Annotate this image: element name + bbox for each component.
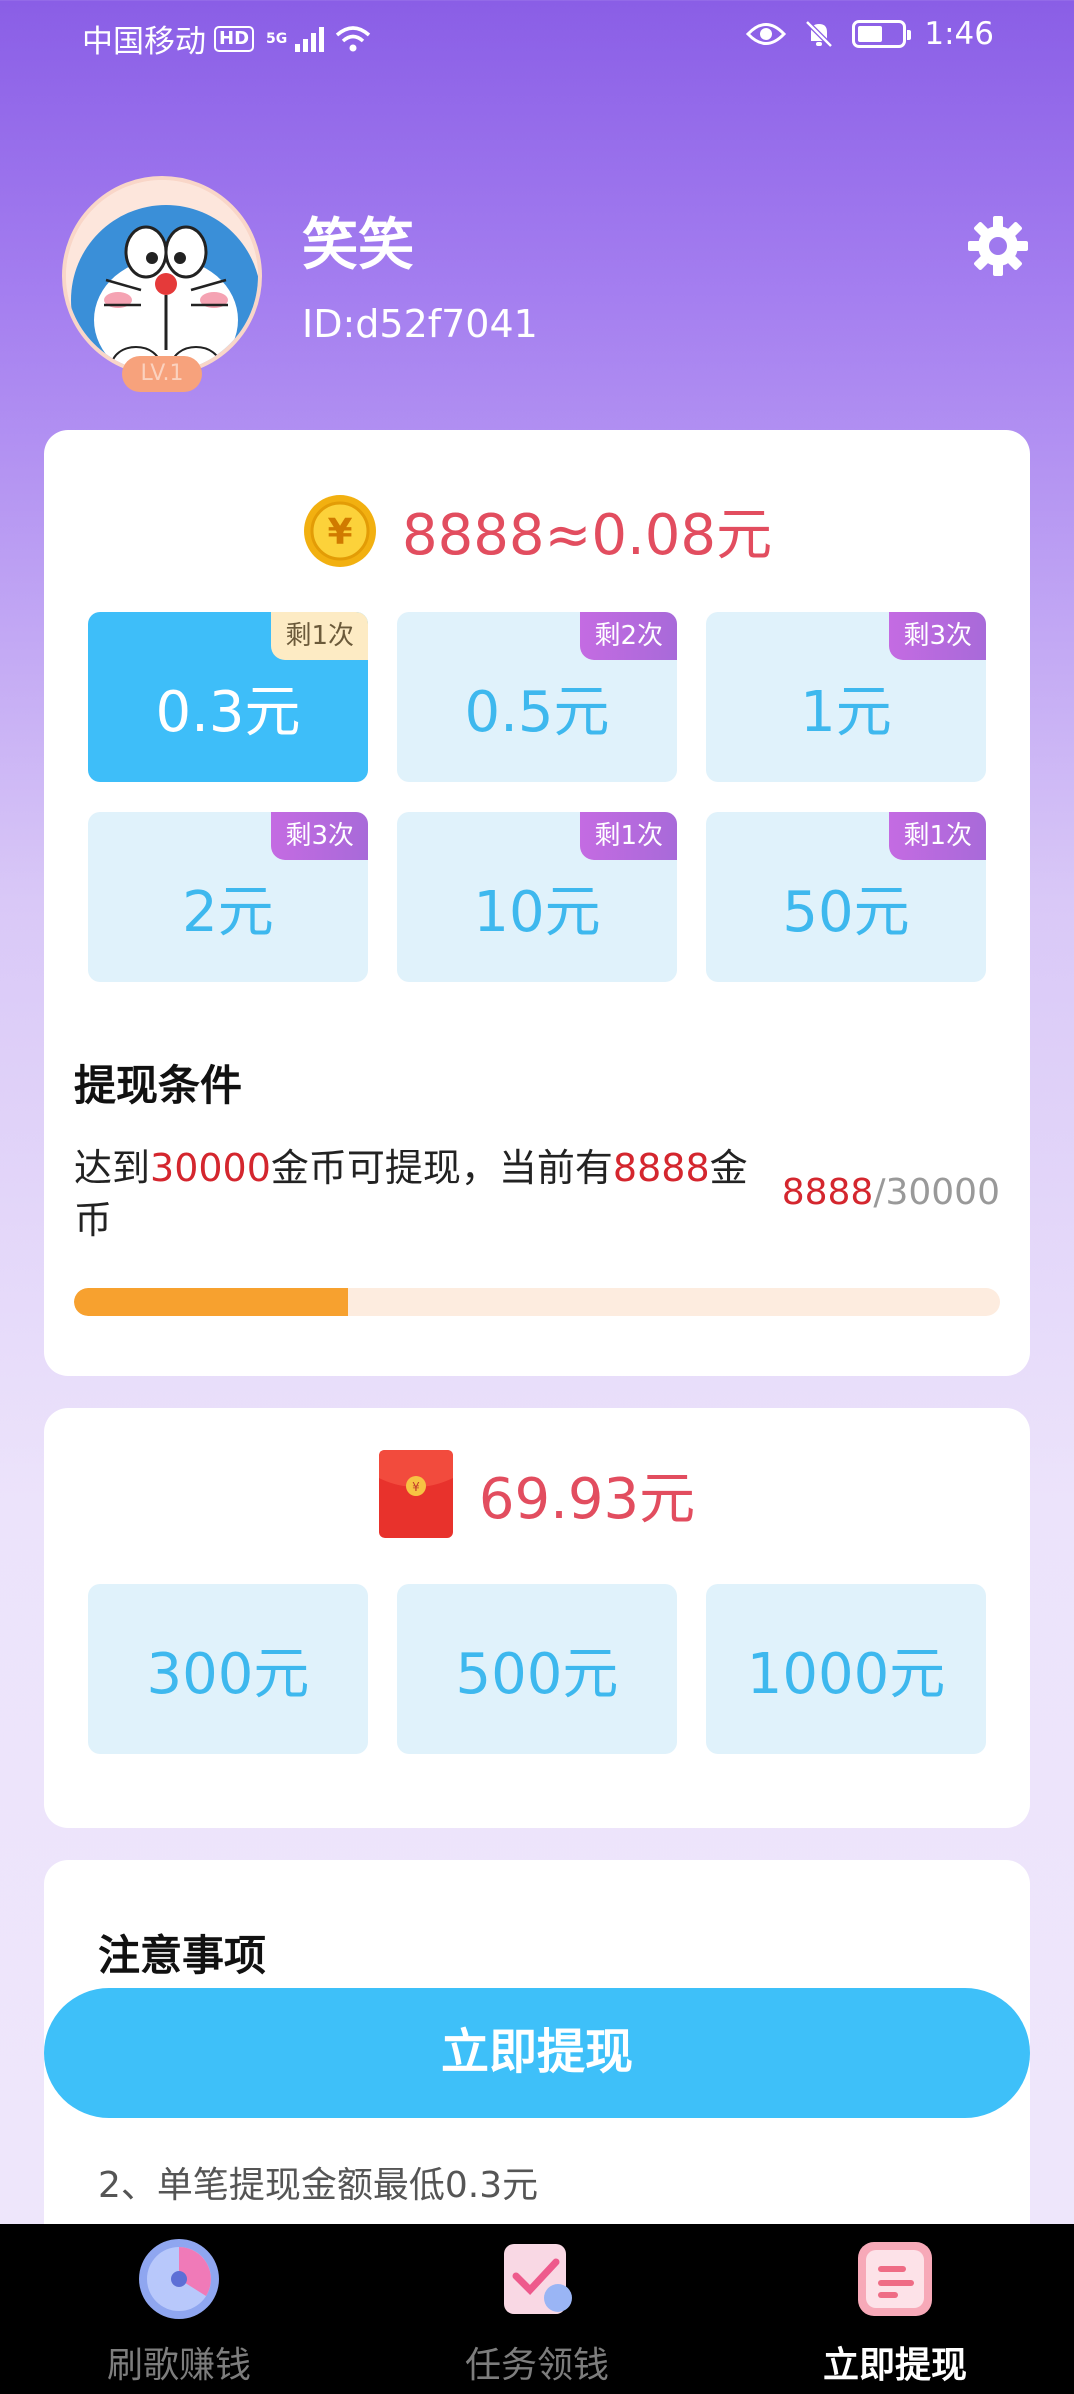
- task-check-icon: [504, 2244, 572, 2314]
- user-id: ID:d52f7041: [302, 302, 538, 346]
- withdraw-option-0.5[interactable]: 0.5元 剩2次: [397, 612, 677, 782]
- remaining-badge: 剩2次: [580, 612, 677, 660]
- option-amount: 0.3元: [155, 679, 301, 745]
- nav-label: 任务领钱: [464, 2345, 609, 2386]
- condition-text: 达到30000金币可提现，当前有8888金币: [74, 1146, 748, 1242]
- red-withdraw-option-500[interactable]: 500元: [397, 1584, 677, 1754]
- nav-label: 立即提现: [822, 2345, 967, 2386]
- wifi-icon: [336, 25, 371, 51]
- settings-gear-icon[interactable]: [966, 214, 1030, 278]
- option-amount: 50元: [782, 879, 910, 945]
- nav-item-withdraw[interactable]: 立即提现: [716, 2224, 1074, 2394]
- network-type: 5G: [266, 30, 288, 47]
- option-amount: 2元: [182, 879, 274, 945]
- red-envelope-icon: ¥: [378, 1450, 453, 1538]
- hd-icon: HD: [214, 25, 255, 52]
- avatar[interactable]: LV.1: [62, 176, 262, 392]
- coin-progress-count: 8888/30000: [781, 1172, 1000, 1213]
- svg-text:¥: ¥: [327, 512, 352, 553]
- red-packet-balance: 69.93元: [478, 1466, 696, 1532]
- option-amount: 0.5元: [464, 679, 610, 745]
- battery-icon: [852, 20, 912, 48]
- withdraw-option-1[interactable]: 1元 剩3次: [706, 612, 986, 782]
- nav-item-sing-earn[interactable]: 刷歌赚钱: [0, 2224, 358, 2394]
- bottom-nav: 刷歌赚钱 任务领钱 立即提现: [0, 2224, 1074, 2394]
- withdraw-option-2[interactable]: 2元 剩3次: [88, 812, 368, 982]
- withdraw-now-button[interactable]: 立即提现: [44, 1988, 1030, 2118]
- coin-balance: 8888≈0.08元: [401, 503, 773, 568]
- option-amount: 500元: [455, 1641, 619, 1707]
- notice-title: 注意事项: [98, 1931, 267, 1980]
- withdraw-option-50[interactable]: 50元 剩1次: [706, 812, 986, 982]
- remaining-badge: 剩3次: [889, 612, 986, 660]
- nav-label: 刷歌赚钱: [106, 2345, 251, 2386]
- withdraw-option-10[interactable]: 10元 剩1次: [397, 812, 677, 982]
- eye-icon: [746, 23, 787, 45]
- red-withdraw-option-300[interactable]: 300元: [88, 1584, 368, 1754]
- remaining-badge: 剩3次: [271, 812, 368, 860]
- progress-fill: [74, 1288, 349, 1316]
- carrier-label: 中国移动: [82, 24, 206, 60]
- music-disc-icon: [139, 2239, 219, 2319]
- svg-text:¥: ¥: [412, 1480, 420, 1494]
- option-amount: 1元: [800, 679, 892, 745]
- option-amount: 1000元: [746, 1641, 946, 1707]
- coin-progress-bar: [74, 1288, 1000, 1316]
- red-packet-card: ¥ 69.93元 300元 500元 1000元: [44, 1408, 1030, 1828]
- doraemon-avatar-image: [66, 180, 258, 372]
- clock: 1:46: [924, 16, 994, 52]
- red-withdraw-option-1000[interactable]: 1000元: [706, 1584, 986, 1754]
- condition-title: 提现条件: [74, 1061, 243, 1110]
- remaining-badge: 剩1次: [271, 612, 368, 660]
- gold-coin-icon: ¥: [303, 494, 376, 567]
- status-bar: 中国移动 HD 5G 1:46: [0, 0, 1074, 72]
- level-badge: LV.1: [122, 356, 202, 392]
- remaining-badge: 剩1次: [889, 812, 986, 860]
- username: 笑笑: [302, 213, 414, 278]
- remaining-badge: 剩1次: [580, 812, 677, 860]
- signal-icon: [295, 26, 325, 52]
- withdraw-list-icon: [858, 2242, 932, 2316]
- nav-item-tasks[interactable]: 任务领钱: [358, 2224, 716, 2394]
- mute-bell-icon: [805, 20, 834, 48]
- withdraw-option-0.3[interactable]: 0.3元 剩1次: [88, 612, 368, 782]
- notice-item: 2、单笔提现金额最低0.3元: [98, 2165, 539, 2206]
- coin-withdraw-card: ¥ 8888≈0.08元 0.3元 剩1次 0.5元 剩2次 1元 剩3次 2元…: [44, 430, 1030, 1376]
- option-amount: 300元: [146, 1641, 310, 1707]
- option-amount: 10元: [473, 879, 601, 945]
